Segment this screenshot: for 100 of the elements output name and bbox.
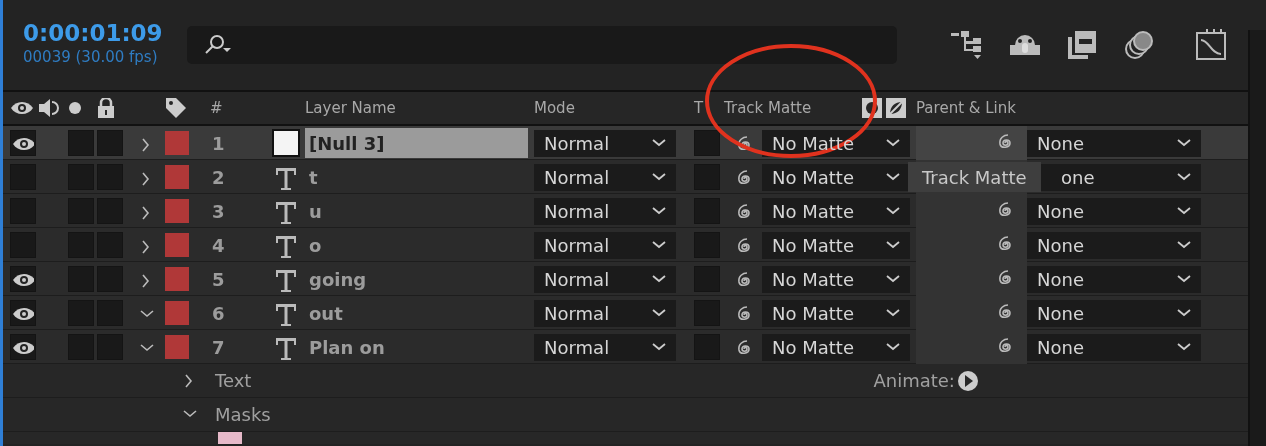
- visibility-toggle[interactable]: [10, 130, 36, 156]
- visibility-icon: [12, 306, 34, 320]
- solo-icon[interactable]: [68, 101, 82, 116]
- audio-icon[interactable]: [38, 98, 60, 119]
- parent-dropdown[interactable]: None: [1027, 333, 1201, 361]
- text-layer-icon: [276, 201, 296, 224]
- caret-icon: [1177, 274, 1191, 284]
- column-header: Parent & Link: [916, 98, 1016, 117]
- caret-icon: [1177, 308, 1191, 318]
- column-header: Layer Name: [305, 98, 396, 117]
- luma-mask-icon[interactable]: [886, 98, 906, 118]
- visibility-icon: [12, 272, 34, 286]
- mode-dropdown[interactable]: Normal: [534, 163, 676, 191]
- frame-info: 00039 (30.00 fps): [23, 47, 159, 69]
- caret-icon: [1177, 206, 1191, 216]
- visibility-toggle[interactable]: [10, 266, 36, 292]
- animate-label: Animate:: [873, 369, 955, 393]
- layer-number: 2: [211, 166, 225, 188]
- preserve-transparency-toggle[interactable]: [694, 130, 720, 156]
- track-matte-dropdown[interactable]: No Matte: [762, 197, 910, 225]
- hierarchy-icon[interactable]: [948, 30, 983, 60]
- label-color[interactable]: [165, 131, 189, 155]
- search-field[interactable]: [186, 26, 897, 64]
- layer-name[interactable]: [Null 3]: [305, 128, 528, 158]
- property-name[interactable]: Masks: [215, 401, 271, 428]
- label-color[interactable]: [165, 233, 189, 257]
- column-header: #: [209, 98, 223, 117]
- text-layer-icon: [276, 303, 296, 326]
- text-layer-icon: [276, 167, 296, 190]
- parent-dropdown[interactable]: None: [1027, 197, 1201, 225]
- text-layer-icon: [276, 337, 296, 360]
- caret-icon: [652, 274, 666, 284]
- layer-name[interactable]: going: [305, 264, 528, 294]
- parent-dropdown[interactable]: None: [1027, 265, 1201, 293]
- caret-icon: [1177, 342, 1191, 352]
- caret-icon: [886, 274, 900, 284]
- play-icon[interactable]: [956, 369, 979, 392]
- visibility-icon: [12, 136, 34, 150]
- layer-name[interactable]: Plan on: [305, 332, 528, 362]
- mode-dropdown[interactable]: Normal: [534, 265, 676, 293]
- mode-dropdown[interactable]: Normal: [534, 299, 676, 327]
- caret-icon: [652, 206, 666, 216]
- label-color[interactable]: [165, 301, 189, 325]
- label-color[interactable]: [165, 267, 189, 291]
- column-header: Track Matte: [724, 98, 812, 117]
- track-matte-dropdown[interactable]: No Matte: [762, 163, 910, 191]
- caret-icon: [652, 138, 666, 148]
- text-layer-icon: [276, 235, 296, 258]
- parent-dropdown[interactable]: None: [1027, 299, 1201, 327]
- caret-icon: [886, 138, 900, 148]
- track-matte-dropdown[interactable]: No Matte: [762, 333, 910, 361]
- track-matte-dropdown[interactable]: No Matte: [762, 231, 910, 259]
- mode-dropdown[interactable]: Normal: [534, 231, 676, 259]
- tooltip: Track Matte: [908, 162, 1041, 192]
- caret-icon: [652, 240, 666, 250]
- layer-number: 1: [211, 132, 225, 154]
- visibility-toggle[interactable]: [10, 334, 36, 360]
- parent-dropdown[interactable]: None: [1027, 129, 1201, 157]
- track-matte-dropdown[interactable]: No Matte: [762, 299, 910, 327]
- mask-color-swatch[interactable]: [218, 432, 242, 444]
- layer-number: 6: [211, 302, 225, 324]
- layer-name[interactable]: t: [305, 162, 528, 192]
- property-name[interactable]: Text: [215, 367, 252, 394]
- layer-name[interactable]: out: [305, 298, 528, 328]
- lock-icon[interactable]: [97, 98, 115, 119]
- layer-number: 5: [211, 268, 225, 290]
- solo-toggle[interactable]: [68, 130, 94, 156]
- label-color[interactable]: [165, 335, 189, 359]
- label-color[interactable]: [165, 165, 189, 189]
- null-layer-icon: [272, 129, 300, 157]
- motion-blur-icon[interactable]: [1122, 30, 1155, 60]
- text-layer-icon: [276, 269, 296, 292]
- timecode[interactable]: 0:00:01:09: [23, 21, 163, 47]
- layer-name[interactable]: o: [305, 230, 528, 260]
- caret-icon: [886, 172, 900, 182]
- label-icon[interactable]: [165, 97, 187, 120]
- visibility-toggle[interactable]: [10, 300, 36, 326]
- graph-editor-icon[interactable]: [1194, 28, 1229, 62]
- layer-number: 3: [211, 200, 225, 222]
- caret-icon: [886, 342, 900, 352]
- mode-dropdown[interactable]: Normal: [534, 129, 676, 157]
- lock-toggle[interactable]: [97, 130, 123, 156]
- layer-name[interactable]: u: [305, 196, 528, 226]
- caret-icon: [1177, 138, 1191, 148]
- caret-icon: [886, 240, 900, 250]
- caret-icon: [1177, 240, 1191, 250]
- caret-icon: [652, 308, 666, 318]
- parent-dropdown[interactable]: None: [1027, 231, 1201, 259]
- caret-icon: [652, 172, 666, 182]
- caret-icon: [886, 206, 900, 216]
- frame-blending-icon[interactable]: [1066, 30, 1097, 60]
- label-color[interactable]: [165, 199, 189, 223]
- track-matte-dropdown[interactable]: No Matte: [762, 265, 910, 293]
- caret-icon: [886, 308, 900, 318]
- caret-icon: [1177, 172, 1191, 182]
- column-header: T: [694, 98, 704, 117]
- mode-dropdown[interactable]: Normal: [534, 197, 676, 225]
- visibility-icon[interactable]: [10, 100, 34, 117]
- layer-number: 7: [211, 336, 225, 358]
- mode-dropdown[interactable]: Normal: [534, 333, 676, 361]
